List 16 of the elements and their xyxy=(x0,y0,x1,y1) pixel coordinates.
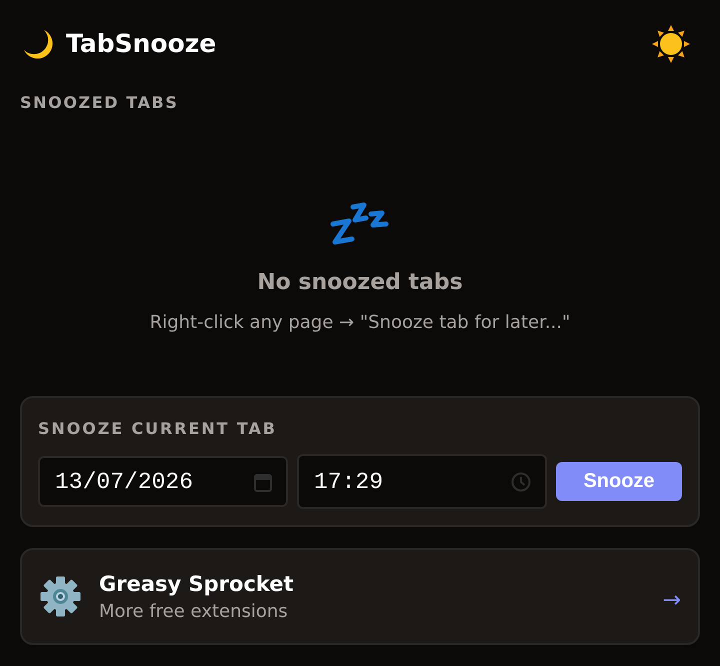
empty-state-title: No snoozed tabs xyxy=(257,269,463,297)
arrow-icon: → xyxy=(662,588,681,613)
sun-icon[interactable] xyxy=(652,25,690,63)
clock-icon[interactable] xyxy=(511,472,531,492)
calendar-icon[interactable] xyxy=(254,472,272,492)
crescent-moon-icon xyxy=(22,28,55,60)
gear-icon xyxy=(40,576,81,617)
empty-state-hint: Right-click any page → "Snooze tab for later..." xyxy=(150,311,570,335)
promo-card[interactable]: Greasy Sprocket More free extensions → xyxy=(20,548,700,645)
promo-title: Greasy Sprocket xyxy=(99,570,294,598)
app-title: TabSnooze xyxy=(66,28,216,60)
date-field[interactable]: 13/07/2026 xyxy=(38,456,288,507)
card-heading: SNOOZE CURRENT TAB xyxy=(38,419,277,439)
promo-subtitle: More free extensions xyxy=(99,600,288,624)
section-heading: SNOOZED TABS xyxy=(20,93,178,113)
time-field[interactable]: 17:29 xyxy=(297,454,547,509)
